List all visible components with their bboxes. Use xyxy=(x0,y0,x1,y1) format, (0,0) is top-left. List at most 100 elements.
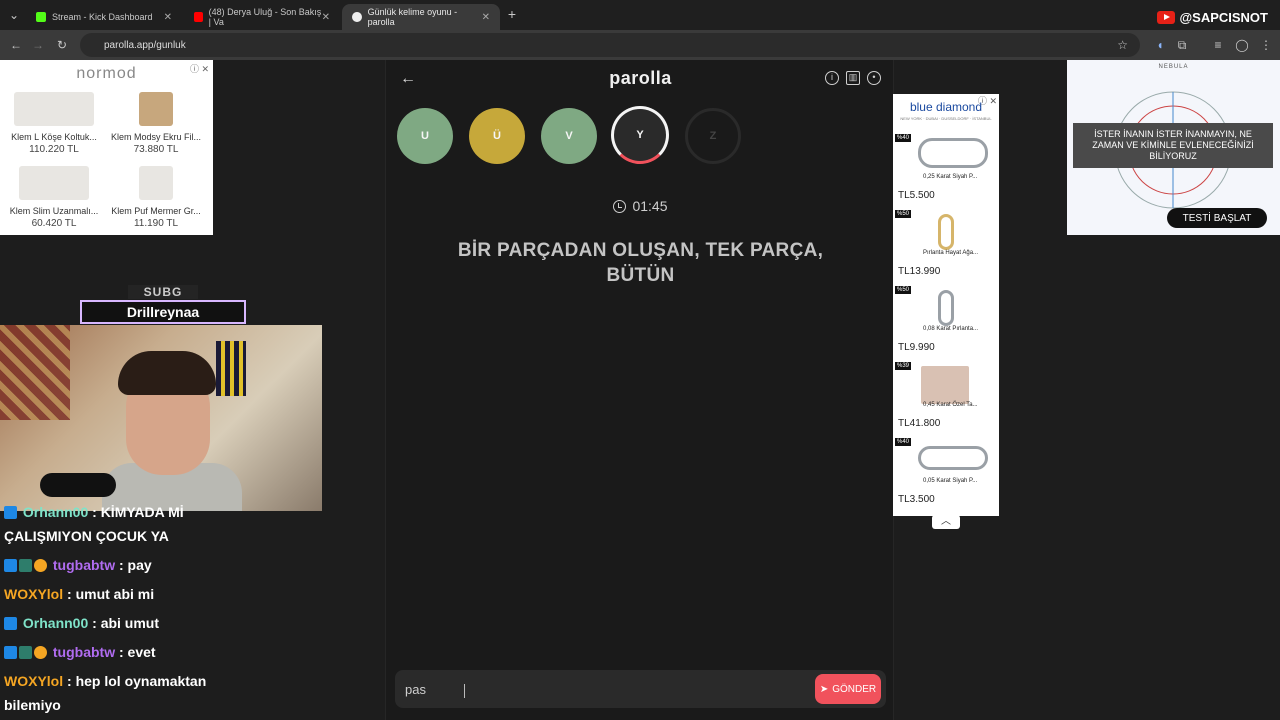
pouf-image xyxy=(139,166,173,200)
profile-icon[interactable]: ◯ xyxy=(1230,38,1254,52)
jewelry-item[interactable]: %40 0,25 Karat Siyah P... TL5.500 xyxy=(893,134,999,209)
tab-title: Stream - Kick Dashboard xyxy=(52,12,153,22)
ad-product[interactable]: Klem Slim Uzanmalı... 60.420 TL xyxy=(4,166,104,229)
chat-text: : umut abi mi xyxy=(67,586,155,602)
chat-text: bilemiyo xyxy=(4,697,61,713)
clock-icon xyxy=(613,200,627,213)
menu-icon[interactable]: ⋮ xyxy=(1254,38,1278,52)
jewelry-item[interactable]: %39 0,45 Karat Özel Ta... TL41.800 xyxy=(893,362,999,437)
youtube-handle-overlay: @SAPCISNOT xyxy=(1157,10,1268,25)
parolla-game: ← parolla i ▥ • U Ü V Y Z 01:45 BİR PARÇ… xyxy=(385,60,894,720)
letter-label: Z xyxy=(709,130,717,142)
timer-value: 01:45 xyxy=(632,198,668,214)
chat-message: Orhann00 : KİMYADA Mİ xyxy=(4,503,184,521)
discount-badge: %40 xyxy=(895,134,912,142)
item-name: 0,25 Karat Siyah P... xyxy=(923,174,978,180)
item-price: TL41.800 xyxy=(898,418,941,429)
ad-product[interactable]: Klem Puf Mermer Gr... 11.190 TL xyxy=(106,166,206,229)
furniture-ad[interactable]: normod ⓘ ✕ Klem L Köşe Koltuk... 110.220… xyxy=(0,60,213,235)
product-price: 11.190 TL xyxy=(133,218,179,229)
chat-text: : evet xyxy=(119,644,156,660)
badge-icon xyxy=(34,559,47,572)
new-tab-icon[interactable]: + xyxy=(500,6,524,22)
close-icon[interactable]: ✕ xyxy=(322,12,330,23)
close-icon[interactable]: ✕ xyxy=(164,12,172,23)
extensions-icon[interactable]: ⧉ xyxy=(1170,38,1194,53)
send-button[interactable]: ➤ GÖNDER xyxy=(815,674,881,704)
ad-product[interactable]: Klem Modsy Ekru Fil... 73.880 TL xyxy=(106,92,206,155)
chat-user: WOXYlol xyxy=(4,586,64,602)
item-name: 0,05 Karat Siyah P... xyxy=(923,478,978,484)
chat-message: WOXYlol : umut abi mi xyxy=(4,585,154,603)
tab-parolla[interactable]: Günlük kelime oyunu - parolla ✕ xyxy=(342,4,500,30)
chat-user: Orhann00 xyxy=(22,504,89,520)
stats-icon[interactable]: ▥ xyxy=(846,71,860,85)
info-icon[interactable]: i xyxy=(825,71,839,85)
ad-close-icon[interactable]: ⓘ ✕ xyxy=(190,62,209,75)
armchair-image xyxy=(139,92,173,126)
chat-message: Orhann00 : abi umut xyxy=(4,614,159,632)
jewelry-item[interactable]: %50 0,08 Karat Pırlanta... TL9.990 xyxy=(893,286,999,361)
discount-badge: %50 xyxy=(895,210,912,218)
chevron-up-icon[interactable]: ︿ xyxy=(932,515,960,529)
tab-kick-dashboard[interactable]: Stream - Kick Dashboard ✕ xyxy=(26,4,182,30)
sub-alert: SUBG Drillreynaa xyxy=(80,283,246,325)
jewelry-item[interactable]: %50 Pırlanta Hayat Ağa... TL13.990 xyxy=(893,210,999,285)
pendant-image xyxy=(938,290,954,326)
bracelet-image xyxy=(918,446,988,470)
product-price: 110.220 TL xyxy=(29,144,79,155)
bookmark-star-icon[interactable]: ☆ xyxy=(1117,38,1128,52)
letter-label: V xyxy=(565,130,573,142)
microphone-image xyxy=(40,473,116,497)
back-icon[interactable]: ← xyxy=(4,38,28,52)
close-icon[interactable]: ✕ xyxy=(482,12,490,23)
text-cursor-icon xyxy=(464,684,465,698)
question-line: BÜTÜN xyxy=(606,265,675,286)
youtube-icon xyxy=(1157,11,1176,24)
ad-cities: NEW YORK · DUBAI · DUSSELDORF · İSTANBUL xyxy=(900,116,992,121)
chat-text: ÇALIŞMIYON ÇOCUK YA xyxy=(4,528,169,544)
youtube-icon xyxy=(194,12,203,22)
streamer-hair xyxy=(118,351,216,395)
webcam-feed xyxy=(0,325,322,511)
product-name: Klem Slim Uzanmalı... xyxy=(9,206,99,216)
item-price: TL13.990 xyxy=(898,266,941,277)
answer-input[interactable] xyxy=(405,679,785,699)
letter-label: Ü xyxy=(493,130,501,142)
jewelry-ad[interactable]: ⓘ ✕ blue diamond NEW YORK · DUBAI · DUSS… xyxy=(893,94,999,516)
chat-message: tugbabtw : pay xyxy=(4,556,152,574)
badge-icon xyxy=(4,559,17,572)
chat-text: : KİMYADA Mİ xyxy=(92,504,184,520)
tab-title: Günlük kelime oyunu - parolla xyxy=(367,7,458,27)
parolla-icon xyxy=(352,12,362,22)
kick-icon xyxy=(36,12,46,22)
extension-audio-icon[interactable]: ◖ xyxy=(1148,38,1172,52)
chat-user: Orhann00 xyxy=(22,615,89,631)
profile-icon[interactable]: • xyxy=(867,71,881,85)
chat-user: tugbabtw xyxy=(52,644,116,660)
necklace-photo xyxy=(921,366,969,404)
tab-search-icon[interactable]: ⌄ xyxy=(2,8,26,22)
sub-label: SUBG xyxy=(128,285,198,299)
game-logo[interactable]: parolla xyxy=(386,68,895,89)
badge-icon xyxy=(19,559,32,572)
discount-badge: %40 xyxy=(895,438,912,446)
badge-icon xyxy=(34,646,47,659)
forward-icon[interactable]: → xyxy=(26,38,50,52)
sofa-image xyxy=(14,92,94,126)
chat-message: tugbabtw : evet xyxy=(4,643,156,661)
jewelry-item[interactable]: %40 0,05 Karat Siyah P... TL3.500 xyxy=(893,438,999,513)
ad-brand: blue diamond xyxy=(909,100,983,114)
letter-circle-y-current: Y xyxy=(611,106,669,164)
astrology-ad[interactable]: NEBULA İSTER İNANIN İSTER İNANMAYIN, NE … xyxy=(1067,60,1280,235)
tab-title: (48) Derya Uluğ - Son Bakış | Va xyxy=(208,7,322,27)
bracelet-image xyxy=(918,138,988,168)
media-icon[interactable]: ≡ xyxy=(1206,38,1230,52)
url-text: parolla.app/gunluk xyxy=(104,39,186,51)
address-bar[interactable]: parolla.app/gunluk ☆ xyxy=(80,33,1140,57)
reload-icon[interactable]: ↻ xyxy=(50,38,74,52)
start-test-button[interactable]: TESTİ BAŞLAT xyxy=(1167,208,1267,228)
ad-product[interactable]: Klem L Köşe Koltuk... 110.220 TL xyxy=(4,92,104,155)
pendant-image xyxy=(938,214,954,250)
tab-youtube[interactable]: (48) Derya Uluğ - Son Bakış | Va ✕ xyxy=(184,4,340,30)
